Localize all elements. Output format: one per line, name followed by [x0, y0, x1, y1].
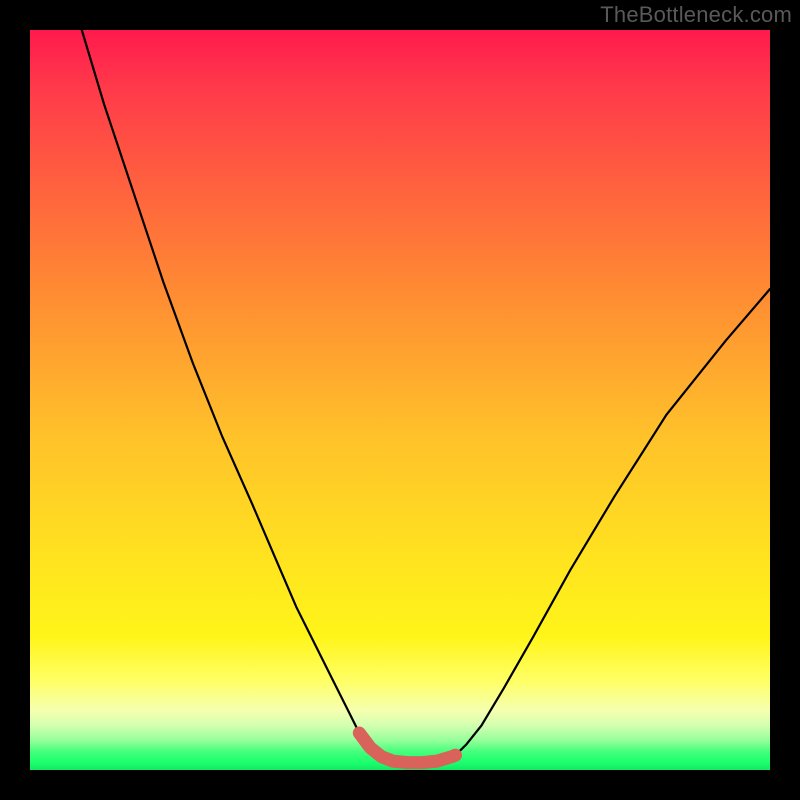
curve-layer	[30, 30, 770, 770]
chart-frame: TheBottleneck.com	[0, 0, 800, 800]
plot-area	[30, 30, 770, 770]
watermark-text: TheBottleneck.com	[600, 2, 792, 28]
bottleneck-highlight	[359, 733, 455, 763]
bottleneck-curve	[82, 30, 770, 763]
